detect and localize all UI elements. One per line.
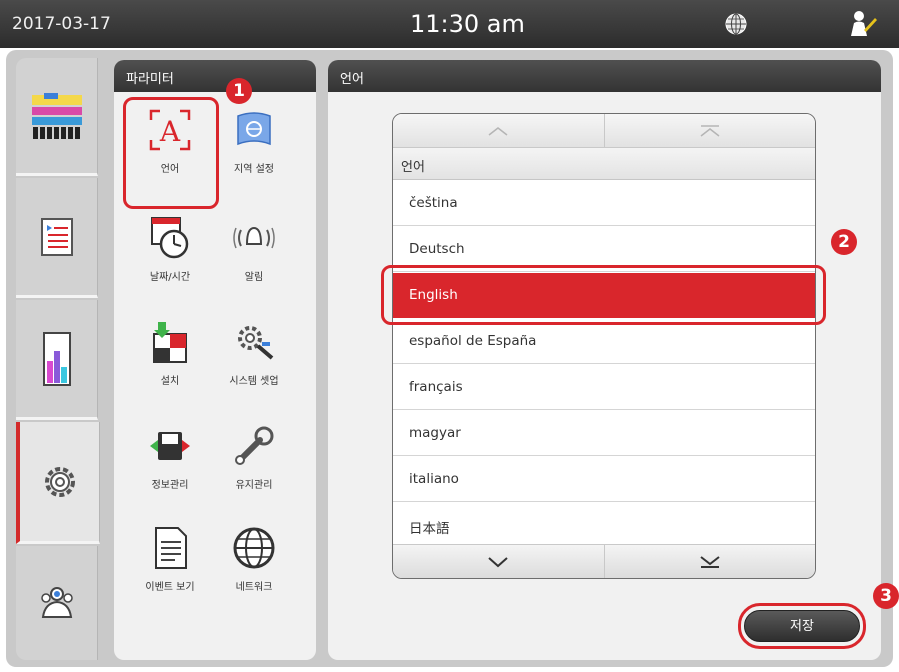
param-region-settings[interactable]: 지역 설정 xyxy=(212,108,296,175)
param-alarm[interactable]: 알림 xyxy=(212,216,296,283)
callout-badge-2: 2 xyxy=(831,229,857,255)
param-event-viewer[interactable]: 이벤트 보기 xyxy=(128,526,212,593)
param-system-setup[interactable]: 시스템 셋업 xyxy=(212,320,296,387)
language-list: 언어 čeština Deutsch English español de Es… xyxy=(392,113,816,579)
event-viewer-icon xyxy=(155,527,187,569)
param-alarm-label: 알림 xyxy=(244,272,264,283)
date-time-icon xyxy=(151,217,189,259)
parameter-panel-title: 파라미터 xyxy=(114,60,316,92)
param-date-time-label: 날짜/시간 xyxy=(149,272,191,283)
sidebar-tab-reagent-station[interactable] xyxy=(16,58,98,176)
param-installation[interactable]: 설치 xyxy=(128,320,212,387)
param-network[interactable]: 네트워크 xyxy=(212,526,296,593)
param-region-settings-label: 지역 설정 xyxy=(234,164,274,175)
maintenance-icon xyxy=(235,426,274,465)
language-option-italiano[interactable]: italiano xyxy=(393,457,815,502)
time-display: 11:30 am xyxy=(410,10,525,38)
param-system-setup-label: 시스템 셋업 xyxy=(229,376,279,387)
param-date-time[interactable]: 날짜/시간 xyxy=(128,216,212,283)
user-icon[interactable] xyxy=(846,8,878,40)
highlight-language-param xyxy=(123,97,219,209)
param-maintenance-label: 유지관리 xyxy=(235,480,273,491)
sidebar-tab-reagent-status[interactable] xyxy=(16,300,98,420)
date-display: 2017-03-17 xyxy=(12,14,111,34)
param-maintenance[interactable]: 유지관리 xyxy=(212,424,296,491)
chevron-up-icon xyxy=(488,126,508,136)
chevron-to-top-icon xyxy=(700,124,720,137)
scroll-bottom-button[interactable] xyxy=(603,545,816,578)
param-network-label: 네트워크 xyxy=(235,582,273,593)
language-option-magyar[interactable]: magyar xyxy=(393,411,815,456)
program-list-icon xyxy=(40,217,73,256)
highlight-english-option xyxy=(381,265,826,325)
language-option-francais[interactable]: français xyxy=(393,365,815,410)
scroll-top-button[interactable] xyxy=(603,114,816,147)
settings-gear-icon xyxy=(44,466,75,497)
data-management-icon xyxy=(150,432,190,460)
sidebar-tab-user-management[interactable] xyxy=(16,546,98,660)
param-installation-label: 설치 xyxy=(160,376,180,387)
scroll-up-button[interactable] xyxy=(393,114,604,147)
sidebar-tab-program-list[interactable] xyxy=(16,178,98,298)
language-option-cestina[interactable]: čeština xyxy=(393,181,815,226)
reagent-status-icon xyxy=(42,331,71,386)
status-bar: 2017-03-17 11:30 am xyxy=(0,0,899,48)
region-settings-icon xyxy=(237,112,271,146)
callout-badge-3: 3 xyxy=(873,583,899,609)
highlight-save-button xyxy=(738,603,866,649)
language-panel-title: 언어 xyxy=(328,60,881,92)
callout-badge-1: 1 xyxy=(226,78,252,104)
param-data-management[interactable]: 정보관리 xyxy=(128,424,212,491)
installation-icon xyxy=(153,322,187,363)
param-event-viewer-label: 이벤트 보기 xyxy=(145,582,195,593)
param-data-management-label: 정보관리 xyxy=(151,480,189,491)
chevron-to-bottom-icon xyxy=(700,555,720,568)
reagent-station-icon xyxy=(31,92,82,139)
scroll-down-button[interactable] xyxy=(393,545,604,578)
system-setup-icon xyxy=(238,326,274,360)
language-list-header: 언어 xyxy=(393,148,815,180)
network-icon xyxy=(233,527,275,569)
alarm-icon xyxy=(233,226,275,249)
language-option-japanese[interactable]: 日本語 xyxy=(393,503,815,548)
language-option-espanol[interactable]: español de España xyxy=(393,319,815,364)
list-nav-top xyxy=(393,114,815,148)
user-management-icon xyxy=(40,587,73,618)
sidebar-tab-settings[interactable] xyxy=(16,422,100,544)
globe-icon[interactable] xyxy=(724,12,748,36)
chevron-down-icon xyxy=(488,556,508,567)
list-nav-bottom xyxy=(393,544,815,578)
